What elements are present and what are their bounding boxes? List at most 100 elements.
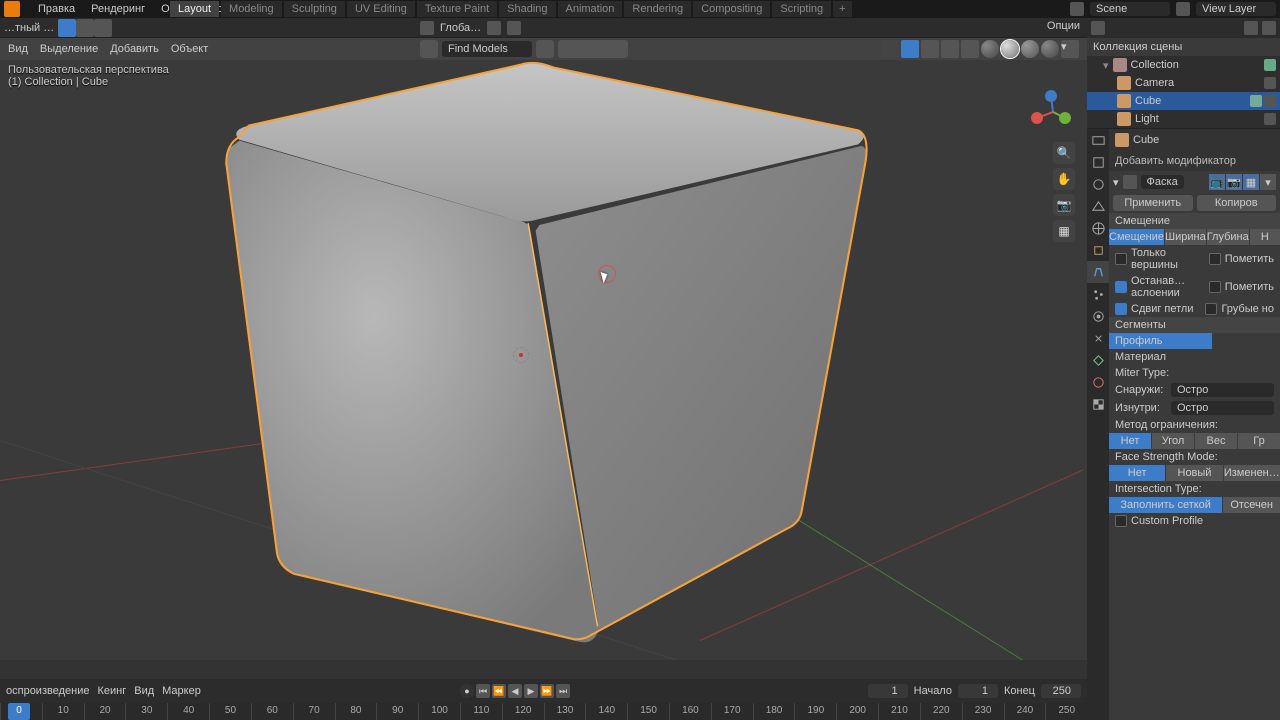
orientation-icon[interactable] (420, 21, 434, 35)
viewport-3d[interactable]: Пользовательская перспектива (1) Collect… (0, 60, 1087, 660)
ptab-modifier[interactable] (1087, 261, 1109, 283)
search2-icon[interactable] (1262, 21, 1276, 35)
ptab-constraints[interactable] (1087, 327, 1109, 349)
mark2-check[interactable] (1209, 281, 1221, 293)
ws-tab-uvediting[interactable]: UV Editing (347, 1, 415, 17)
gizmo-icon[interactable] (941, 40, 959, 58)
shading-menu[interactable]: ▾ (1061, 40, 1079, 58)
jump-start-icon[interactable]: ⏮ (476, 684, 490, 698)
mark1-check[interactable] (1209, 253, 1221, 265)
mod-realtime-icon[interactable]: 📺 (1209, 174, 1225, 190)
timeline-ruler[interactable]: 0 01020304050607080901001101201301401501… (0, 703, 1087, 720)
limit-tab-3[interactable]: Гр (1238, 433, 1280, 449)
limit-tab-2[interactable]: Вес (1195, 433, 1237, 449)
snap-icon[interactable] (507, 21, 521, 35)
find-models-field[interactable]: Find Models (442, 41, 532, 57)
ptab-world[interactable] (1087, 217, 1109, 239)
nav-gizmo[interactable] (1031, 90, 1075, 134)
sel-edge[interactable] (76, 19, 94, 37)
ptab-particles[interactable] (1087, 283, 1109, 305)
mod-edit-icon[interactable]: ▦ (1243, 174, 1259, 190)
limit-tab-1[interactable]: Угол (1152, 433, 1194, 449)
ptab-object[interactable] (1087, 239, 1109, 261)
apply-button[interactable]: Применить (1113, 195, 1193, 211)
viewlayer-name[interactable]: View Layer (1196, 2, 1276, 16)
ws-tab-rendering[interactable]: Rendering (624, 1, 691, 17)
offset-tab-0[interactable]: Смещение (1109, 229, 1164, 245)
itype-tab-1[interactable]: Отсечен (1223, 497, 1280, 513)
outliner-row-cube[interactable]: Cube (1087, 92, 1280, 110)
search-icon[interactable] (420, 40, 438, 58)
playhead[interactable]: 0 (8, 703, 30, 720)
tl-view[interactable]: Вид (134, 685, 154, 697)
ptab-texture[interactable] (1087, 393, 1109, 415)
xray-icon[interactable] (921, 40, 939, 58)
shading-solid[interactable] (1001, 40, 1019, 58)
tl-marker[interactable]: Маркер (162, 685, 201, 697)
zoom-icon[interactable]: 🔍 (1053, 142, 1075, 164)
prev-key-icon[interactable]: ⏪ (492, 684, 506, 698)
shift-loop-check[interactable] (1115, 303, 1127, 315)
limit-tab-0[interactable]: Нет (1109, 433, 1151, 449)
profile-field[interactable]: Профиль (1109, 333, 1212, 349)
menu-add[interactable]: Добавить (110, 43, 159, 55)
menu-render[interactable]: Рендеринг (89, 3, 147, 15)
only-verts-check[interactable] (1115, 253, 1127, 265)
filter-icon[interactable] (1244, 21, 1258, 35)
pan-icon[interactable]: ✋ (1053, 168, 1075, 190)
mode-selector[interactable]: …тный … (4, 22, 54, 34)
ws-tab-add[interactable]: + (833, 1, 851, 17)
camera-icon[interactable]: 📷 (1053, 194, 1075, 216)
miter-outer[interactable]: Остро (1171, 383, 1274, 397)
menu-object[interactable]: Объект (171, 43, 208, 55)
ptab-physics[interactable] (1087, 305, 1109, 327)
ptab-output[interactable] (1087, 151, 1109, 173)
jump-end-icon[interactable]: ⏭ (556, 684, 570, 698)
outliner-row-collection[interactable]: ▾ Collection (1087, 56, 1280, 74)
fsm-tab-1[interactable]: Новый (1166, 465, 1222, 481)
scene-name[interactable]: Scene (1090, 2, 1170, 16)
mod-render-icon[interactable]: 📷 (1226, 174, 1242, 190)
ws-tab-compositing[interactable]: Compositing (693, 1, 770, 17)
miter-inner[interactable]: Остро (1171, 401, 1274, 415)
outliner-row-light[interactable]: Light (1087, 110, 1280, 128)
ptab-scene[interactable] (1087, 195, 1109, 217)
shading-matprev[interactable] (1021, 40, 1039, 58)
ws-tab-scripting[interactable]: Scripting (772, 1, 831, 17)
scene-collection[interactable]: Коллекция сцены (1087, 38, 1280, 56)
custom-profile-check[interactable] (1115, 515, 1127, 527)
ptab-material[interactable] (1087, 371, 1109, 393)
menu-select[interactable]: Выделение (40, 43, 98, 55)
tl-keying[interactable]: Кеинг (97, 685, 126, 697)
itype-tab-0[interactable]: Заполнить сеткой (1109, 497, 1222, 513)
persp-icon[interactable]: ▦ (1053, 220, 1075, 242)
visibility-icon[interactable] (881, 40, 899, 58)
play-icon[interactable]: ▶ (524, 684, 538, 698)
shading-rendered[interactable] (1041, 40, 1059, 58)
offset-tab-2[interactable]: Глубина (1207, 229, 1249, 245)
outliner-row-camera[interactable]: Camera (1087, 74, 1280, 92)
menu-view[interactable]: Вид (8, 43, 28, 55)
outliner-editor-icon[interactable] (1091, 21, 1105, 35)
frame-end[interactable]: 250 (1041, 684, 1081, 698)
ws-tab-texturepaint[interactable]: Texture Paint (417, 1, 497, 17)
keep-layers-check[interactable] (1115, 281, 1127, 293)
offset-tab-1[interactable]: Ширина (1165, 229, 1206, 245)
ptab-viewlayer[interactable] (1087, 173, 1109, 195)
ws-tab-animation[interactable]: Animation (558, 1, 623, 17)
overlay-icon[interactable] (901, 40, 919, 58)
ptab-render[interactable] (1087, 129, 1109, 151)
frame-current[interactable]: 1 (868, 684, 908, 698)
ws-tab-shading[interactable]: Shading (499, 1, 555, 17)
rough-check[interactable] (1205, 303, 1217, 315)
copy-button[interactable]: Копиров (1197, 195, 1277, 211)
frame-start[interactable]: 1 (958, 684, 998, 698)
modifier-name[interactable]: Фаска (1141, 175, 1184, 189)
play-rev-icon[interactable]: ◀ (508, 684, 522, 698)
cube-object[interactable] (170, 60, 890, 660)
menu-edit[interactable]: Правка (36, 3, 77, 15)
ws-tab-sculpting[interactable]: Sculpting (284, 1, 345, 17)
ws-tab-layout[interactable]: Layout (170, 1, 219, 17)
rec-icon[interactable]: ● (460, 684, 474, 698)
fsm-tab-0[interactable]: Нет (1109, 465, 1165, 481)
